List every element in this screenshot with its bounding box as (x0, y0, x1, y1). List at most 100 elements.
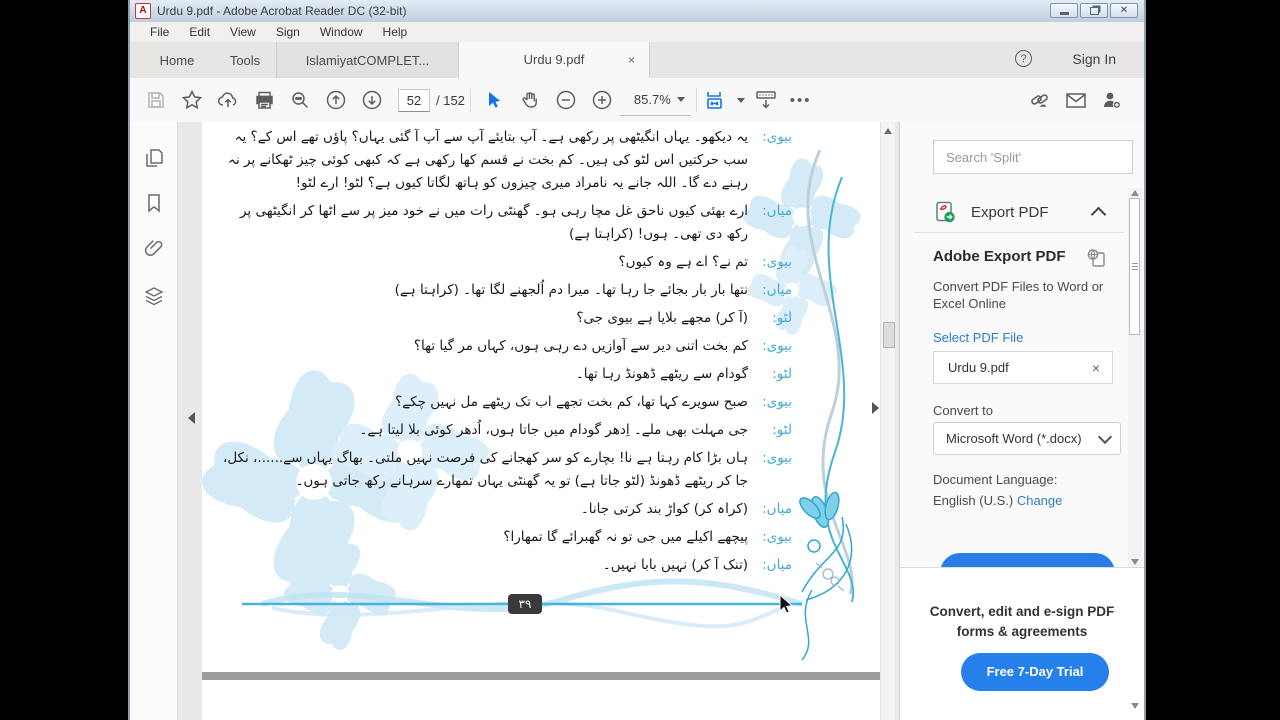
dialogue-text: صبح سویرے کہا تھا، کم بخت تجھے اب تک ریٹ… (395, 394, 748, 410)
search-icon[interactable] (282, 84, 318, 116)
pdf-page: بیوی: یہ دیکھو۔ یہاں انگیٹھی پر رکھی ہے۔ … (202, 122, 887, 672)
share-link-icon[interactable] (1022, 84, 1058, 116)
tab-tools[interactable]: Tools (214, 42, 276, 78)
select-tool-icon[interactable] (476, 84, 512, 116)
next-page-arrow-icon[interactable] (872, 402, 879, 414)
document-language-value: English (U.S.) (933, 493, 1014, 508)
export-pdf-header[interactable]: Export PDF (933, 193, 1107, 231)
previous-page-arrow-icon[interactable] (188, 412, 195, 424)
tab-document-urdu[interactable]: Urdu 9.pdf × (458, 42, 650, 78)
scroll-up-icon[interactable] (884, 128, 892, 134)
content-area: بیوی: یہ دیکھو۔ یہاں انگیٹھی پر رکھی ہے۔ … (130, 122, 1144, 720)
speaker-label: لٹو: (772, 422, 792, 438)
menu-help[interactable]: Help (373, 23, 418, 41)
zoom-out-icon[interactable] (548, 84, 584, 116)
menu-edit[interactable]: Edit (179, 23, 220, 41)
dialogue-text: جی مہلت بھی ملے۔ اِدھر گودام میں جاتا ہو… (359, 422, 748, 438)
document-language-row: English (U.S.) Change (933, 493, 1062, 508)
search-input[interactable] (933, 140, 1133, 174)
speaker-label: میاں: (762, 557, 792, 573)
speaker-label: بیوی: (762, 529, 792, 545)
export-service-icon (1087, 249, 1105, 267)
export-pdf-icon (936, 201, 955, 223)
dialogue-row: میاں: (کراہ کر) کواڑ بند کرتی جانا۔ (216, 498, 792, 521)
export-pdf-label: Export PDF (971, 203, 1049, 221)
restore-button[interactable] (1080, 3, 1108, 18)
free-trial-button[interactable]: Free 7-Day Trial (961, 653, 1109, 691)
selected-file-box: Urdu 9.pdf × (933, 351, 1113, 384)
tools-panel: Export PDF Adobe Export PDF Convert PDF … (899, 122, 1144, 720)
panel-scrollbar[interactable] (1128, 188, 1142, 567)
star-icon[interactable] (174, 84, 210, 116)
panel-scroll-down-icon[interactable] (1131, 559, 1139, 565)
dialogue-text: پیچھے اکیلے میں جی تو نہ گھبرائے گا تمھا… (503, 529, 748, 545)
add-user-icon[interactable] (1094, 84, 1130, 116)
dialogue-text: (کراہ کر) کواڑ بند کرتی جانا۔ (580, 501, 748, 517)
hand-tool-icon[interactable] (512, 84, 548, 116)
dialogue-text: ہاں بڑا کام رہتا ہے نا! بچارے کو سر کھجا… (222, 450, 748, 489)
dialogue-row: بیوی: ہاں بڑا کام رہتا ہے نا! بچارے کو سر… (216, 447, 792, 493)
speaker-label: بیوی: (762, 450, 792, 466)
menu-view[interactable]: View (220, 23, 266, 41)
dialogue-text: گودام سے ریٹھے ڈھونڈ رہا تھا۔ (575, 366, 748, 382)
window-title: Urdu 9.pdf - Adobe Acrobat Reader DC (32… (157, 4, 407, 18)
page-thumbnails-icon[interactable] (143, 147, 165, 169)
adobe-export-subtitle: Convert PDF Files to Word or Excel Onlin… (933, 279, 1104, 311)
fit-width-icon[interactable] (702, 84, 748, 116)
next-page-icon[interactable] (354, 84, 390, 116)
chevron-down-icon (676, 97, 685, 102)
dialogue-text: تم نے؟ اے ہے وہ کیوں؟ (618, 254, 749, 270)
dialogue-row: بیوی: پیچھے اکیلے میں جی تو نہ گھبرائے گا… (216, 526, 792, 549)
promo-text: Convert, edit and e-sign PDF forms & agr… (929, 604, 1115, 639)
print-icon[interactable] (246, 84, 282, 116)
zoom-level-dropdown[interactable]: 85.7% (619, 85, 691, 116)
dialogue-text: (تنک آ کر) نہیں بابا نہیں۔ (602, 557, 748, 573)
remove-file-icon[interactable]: × (1092, 360, 1100, 376)
menu-window[interactable]: Window (310, 23, 373, 41)
panel-scroll-bottom-icon[interactable] (1131, 703, 1139, 709)
dialogue-row: میاں: ارے بھئی کیوں ناحق غل مچا رہی ہو۔ گ… (216, 200, 792, 246)
email-icon[interactable] (1058, 84, 1094, 116)
sign-in-button[interactable]: Sign In (1072, 51, 1116, 67)
bookmarks-icon[interactable] (143, 192, 165, 214)
document-scrollbar[interactable] (880, 122, 895, 720)
dialogue-text: (آ کر) مجھے بلایا ہے بیوی جی؟ (576, 310, 748, 326)
change-language-link[interactable]: Change (1017, 493, 1063, 508)
dialogue-row: لٹو: گودام سے ریٹھے ڈھونڈ رہا تھا۔ (216, 363, 792, 386)
speaker-label: بیوی: (762, 129, 792, 145)
left-sidebar (130, 122, 178, 720)
tab-close-icon[interactable]: × (628, 53, 635, 67)
page-number-input[interactable] (398, 88, 430, 112)
menu-sign[interactable]: Sign (266, 23, 310, 41)
dialogue-text: ارے بھئی کیوں ناحق غل مچا رہی ہو۔ گھنٹی … (239, 203, 748, 242)
page-separator (202, 672, 887, 680)
share-cloud-icon[interactable] (210, 84, 246, 116)
toolbar-collapse-icon[interactable] (748, 84, 784, 116)
dialogue-row: بیوی: کم بخت اتنی دیر سے آوازیں دے رہی ہو… (216, 335, 792, 358)
chevron-down-icon (1097, 429, 1113, 444)
document-viewport[interactable]: بیوی: یہ دیکھو۔ یہاں انگیٹھی پر رکھی ہے۔ … (178, 122, 899, 720)
close-button[interactable]: ✕ (1110, 3, 1138, 18)
dialogue-text: یہ دیکھو۔ یہاں انگیٹھی پر رکھی ہے۔ آپ بت… (228, 129, 748, 191)
document-language-label: Document Language: (933, 472, 1058, 487)
tab-home[interactable]: Home (146, 42, 208, 78)
toolbar-overflow-icon[interactable]: ••• (784, 92, 818, 109)
menu-file[interactable]: File (140, 23, 179, 41)
save-icon[interactable] (138, 84, 174, 116)
adobe-export-pdf-title: Adobe Export PDF (933, 248, 1066, 265)
help-icon[interactable]: ? (1015, 50, 1032, 67)
document-scroll-thumb[interactable] (883, 322, 895, 348)
chevron-up-icon[interactable] (1090, 206, 1107, 222)
select-pdf-file-link[interactable]: Select PDF File (933, 330, 1023, 345)
layers-icon[interactable] (143, 285, 165, 307)
panel-scroll-thumb[interactable] (1129, 198, 1140, 335)
selected-file-name: Urdu 9.pdf (948, 360, 1009, 375)
zoom-in-icon[interactable] (584, 84, 620, 116)
attachments-icon[interactable] (143, 237, 165, 259)
panel-scroll-up-icon[interactable] (1131, 190, 1139, 196)
tab-document-islamiyat[interactable]: IslamiyatCOMPLET... (276, 42, 458, 78)
previous-page-icon[interactable] (318, 84, 354, 116)
speaker-label: میاں: (762, 203, 792, 219)
convert-format-dropdown[interactable]: Microsoft Word (*.docx) (933, 422, 1121, 455)
minimize-button[interactable] (1050, 3, 1078, 18)
